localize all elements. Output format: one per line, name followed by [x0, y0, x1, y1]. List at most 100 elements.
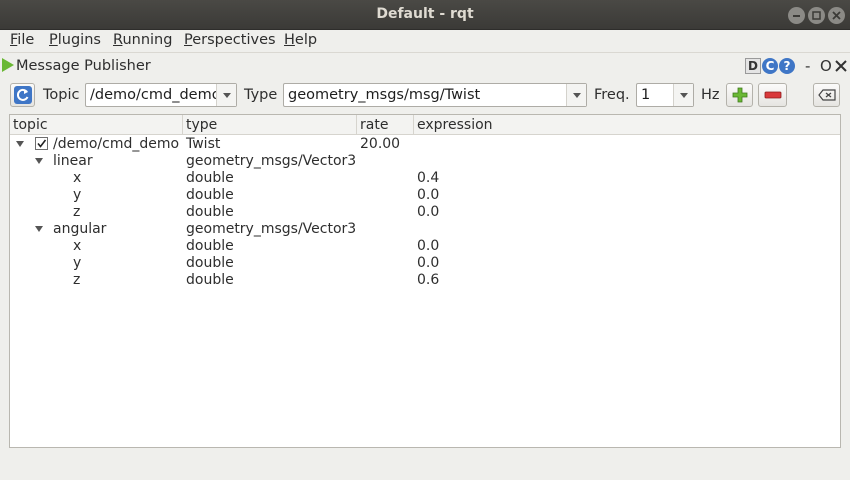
- row-topic-cell: y: [73, 187, 82, 203]
- type-dropdown-arrow[interactable]: [566, 84, 586, 106]
- window-title: Default - rqt: [376, 6, 474, 22]
- tree-row-linear-z[interactable]: z double 0.0: [10, 204, 840, 221]
- row-expression-cell[interactable]: 0.6: [417, 272, 439, 288]
- menu-file[interactable]: File: [10, 32, 34, 48]
- menu-plugins[interactable]: Plugins: [49, 32, 101, 48]
- freq-value: 1: [641, 87, 651, 103]
- configure-button[interactable]: C: [762, 58, 778, 74]
- menu-running[interactable]: Running: [113, 32, 172, 48]
- row-topic-cell: z: [73, 272, 81, 288]
- topic-label: Topic: [43, 87, 80, 103]
- row-type-cell: double: [186, 272, 234, 288]
- plugin-close-icon[interactable]: [834, 59, 848, 73]
- row-type-cell: double: [186, 170, 234, 186]
- plugin-float-button[interactable]: O: [820, 57, 832, 75]
- row-topic-cell: x: [73, 238, 82, 254]
- menu-perspectives[interactable]: Perspectives: [184, 32, 276, 48]
- row-type-cell: double: [186, 255, 234, 271]
- row-topic-cell: linear: [53, 153, 93, 169]
- help-button[interactable]: ?: [779, 58, 795, 74]
- expand-arrow-icon[interactable]: [16, 141, 24, 147]
- column-topic[interactable]: topic: [10, 115, 183, 135]
- expand-arrow-icon[interactable]: [35, 226, 43, 232]
- window-close-button[interactable]: [828, 7, 845, 24]
- row-topic-cell: /demo/cmd_demo: [53, 136, 180, 152]
- topic-value: /demo/cmd_demo: [90, 87, 216, 103]
- row-type-cell: double: [186, 187, 234, 203]
- row-expression-cell[interactable]: 0.0: [417, 204, 439, 220]
- tree-row-angular-z[interactable]: z double 0.6: [10, 272, 840, 289]
- tree-row-angular-y[interactable]: y double 0.0: [10, 255, 840, 272]
- row-type-cell: double: [186, 238, 234, 254]
- tree-row-angular-x[interactable]: x double 0.0: [10, 238, 840, 255]
- menu-running-label: unning: [122, 32, 173, 48]
- menu-file-label: ile: [17, 32, 35, 48]
- tree-row-linear-x[interactable]: x double 0.4: [10, 170, 840, 187]
- column-type[interactable]: type: [183, 115, 357, 135]
- minimize-icon: [793, 15, 800, 17]
- menu-help[interactable]: Help: [284, 32, 317, 48]
- menu-perspectives-label: erspectives: [192, 32, 276, 48]
- tree-row-angular[interactable]: angular geometry_msgs/Vector3: [10, 221, 840, 238]
- row-rate-cell[interactable]: 20.00: [360, 136, 400, 152]
- row-expression-cell[interactable]: 0.0: [417, 255, 439, 271]
- plugin-title: Message Publisher: [16, 58, 151, 74]
- row-type-cell: geometry_msgs/Vector3: [186, 221, 357, 237]
- plugin-header: Message Publisher D C ? - O: [0, 52, 850, 78]
- add-publisher-button[interactable]: [726, 83, 753, 107]
- play-icon: [2, 58, 14, 72]
- row-type-cell: Twist: [186, 136, 221, 152]
- chevron-down-icon: [679, 92, 688, 98]
- clear-button[interactable]: [813, 83, 840, 107]
- dock-d-button[interactable]: D: [745, 58, 761, 74]
- menu-plugins-label: lugins: [57, 32, 101, 48]
- freq-label: Freq.: [594, 87, 630, 103]
- type-value: geometry_msgs/msg/Twist: [288, 87, 481, 103]
- expand-arrow-icon[interactable]: [35, 158, 43, 164]
- menu-help-mnemonic: H: [284, 32, 295, 48]
- menu-perspectives-mnemonic: P: [184, 32, 193, 48]
- window-minimize-button[interactable]: [788, 7, 805, 24]
- column-expression[interactable]: expression: [414, 115, 840, 135]
- row-expression-cell[interactable]: 0.0: [417, 187, 439, 203]
- maximize-icon: [812, 11, 821, 20]
- plus-icon: [732, 87, 747, 103]
- tree-header: topic type rate expression: [10, 115, 840, 135]
- row-topic-cell: z: [73, 204, 81, 220]
- row-topic-cell: x: [73, 170, 82, 186]
- row-expression-cell[interactable]: 0.4: [417, 170, 439, 186]
- menu-plugins-mnemonic: P: [49, 32, 58, 48]
- row-type-cell: geometry_msgs/Vector3: [186, 153, 357, 169]
- checkmark-icon: [37, 139, 47, 148]
- window-titlebar[interactable]: Default - rqt: [0, 0, 850, 30]
- column-rate[interactable]: rate: [357, 115, 414, 135]
- row-type-cell: double: [186, 204, 234, 220]
- minus-icon: [764, 91, 781, 99]
- plugin-minimize-button[interactable]: -: [805, 57, 810, 75]
- type-label: Type: [244, 87, 278, 103]
- tree-row-linear-y[interactable]: y double 0.0: [10, 187, 840, 204]
- refresh-topics-button[interactable]: [10, 83, 35, 107]
- freq-combobox[interactable]: 1: [636, 83, 694, 107]
- row-topic-cell: y: [73, 255, 82, 271]
- clear-icon: [817, 89, 836, 101]
- publish-checkbox[interactable]: [35, 137, 48, 150]
- row-expression-cell[interactable]: 0.0: [417, 238, 439, 254]
- tree-row-topic[interactable]: /demo/cmd_demo Twist 20.00: [10, 136, 840, 153]
- refresh-icon: [13, 86, 32, 104]
- row-topic-cell: angular: [53, 221, 107, 237]
- chevron-down-icon: [222, 92, 231, 98]
- topic-dropdown-arrow[interactable]: [216, 84, 236, 106]
- freq-dropdown-arrow[interactable]: [673, 84, 693, 106]
- close-icon: [832, 11, 841, 20]
- type-combobox[interactable]: geometry_msgs/msg/Twist: [283, 83, 587, 107]
- menu-help-label: elp: [294, 32, 318, 48]
- topic-combobox[interactable]: /demo/cmd_demo: [85, 83, 237, 107]
- hz-label: Hz: [701, 87, 720, 103]
- window-maximize-button[interactable]: [808, 7, 825, 24]
- menu-bar: File Plugins Running Perspectives Help: [0, 30, 850, 52]
- remove-publisher-button[interactable]: [758, 83, 787, 107]
- chevron-down-icon: [572, 92, 581, 98]
- publisher-tree[interactable]: topic type rate expression /demo/cmd_dem…: [9, 114, 841, 448]
- tree-row-linear[interactable]: linear geometry_msgs/Vector3: [10, 153, 840, 170]
